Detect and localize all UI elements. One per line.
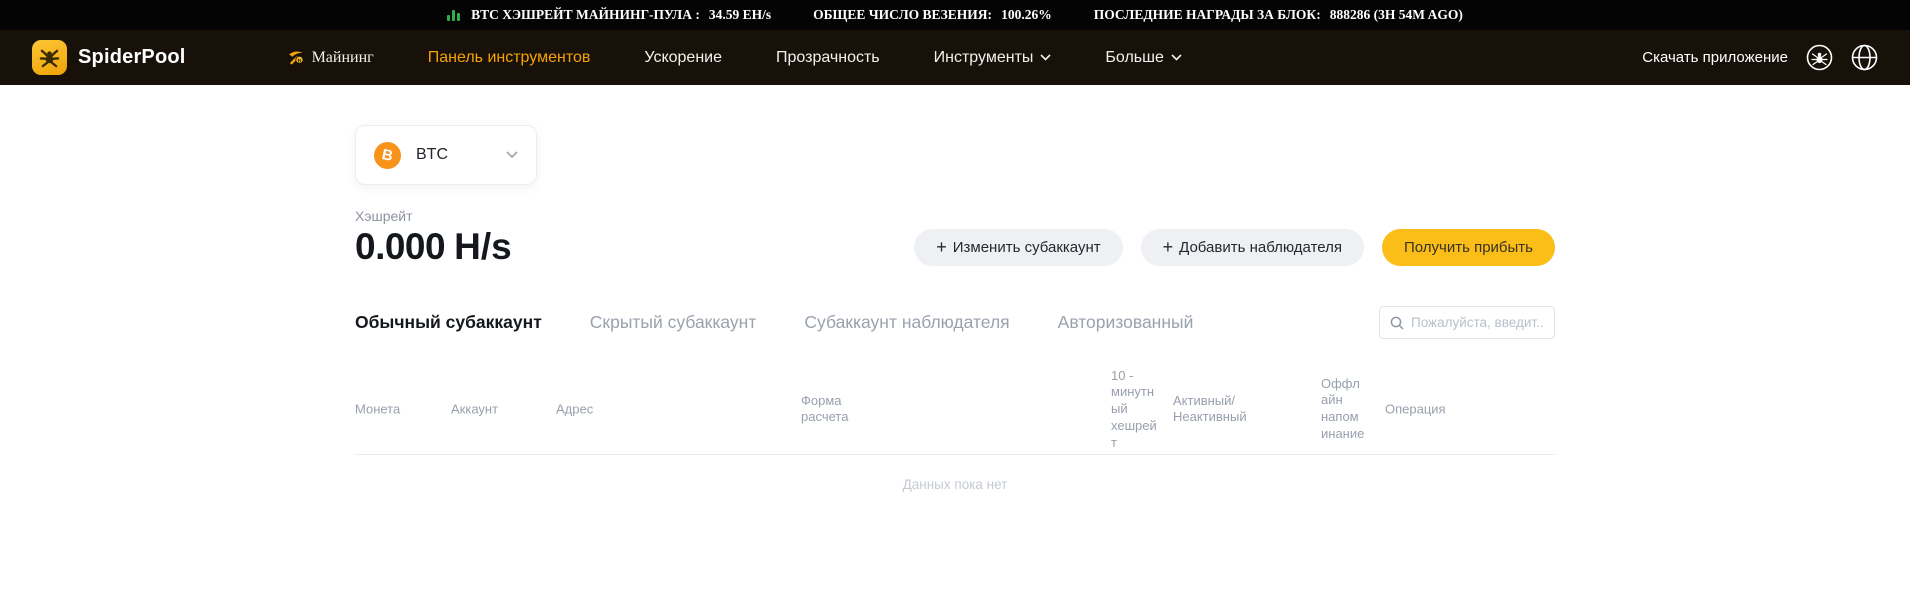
hashrate-unit: H/s [454,226,512,268]
tab-authorized[interactable]: Авторизованный [1058,312,1194,333]
pool-hashrate-stat: BTC ХЭШРЕЙТ МАЙНИНГ-ПУЛА : 34.59 EH/s [447,7,771,23]
luck-label: ОБЩЕЕ ЧИСЛО ВЕЗЕНИЯ: [813,7,992,23]
nav-item-label: Больше [1105,49,1163,67]
search-box[interactable] [1379,306,1555,339]
get-profit-label: Получить прибыть [1404,239,1533,256]
col-header-active-inactive: Активный/ Неактивный [1173,393,1283,427]
nav-item-more[interactable]: Больше [1105,49,1181,67]
tab-hidden-subaccount[interactable]: Скрытый субаккаунт [590,312,757,333]
pickaxe-icon: B [286,48,305,67]
plus-icon [936,238,947,257]
luck-value: 100.26% [1001,7,1052,23]
last-block-value: 888286 (3H 54M AGO) [1330,7,1463,23]
tab-watcher-subaccount[interactable]: Субаккаунт наблюдателя [804,312,1009,333]
coin-selected-label: BTC [416,146,448,164]
col-header-offline-reminder: Оффлайн напоминание [1321,376,1365,444]
search-input[interactable] [1411,315,1544,330]
chevron-down-icon [506,151,518,159]
globe-icon[interactable] [1851,44,1878,71]
col-header-address: Адрес [556,401,593,418]
empty-state-text: Данных пока нет [355,477,1555,492]
nav-item-boost[interactable]: Ускорение [644,49,722,67]
table-header-row: Монета Аккаунт Адрес Форма расчета 10 - … [355,365,1555,455]
coin-selector-dropdown[interactable]: B BTC [355,125,537,185]
chevron-down-icon [1040,54,1051,61]
chevron-down-icon [1171,54,1182,61]
brand-logo-link[interactable]: SpiderPool [32,40,186,75]
nav-item-label: Прозрачность [776,49,880,67]
nav-item-dashboard[interactable]: Панель инструментов [428,49,591,67]
hashrate-value: 0.000 [355,226,445,268]
add-watcher-label: Добавить наблюдателя [1179,239,1342,256]
download-app-link[interactable]: Скачать приложение [1642,49,1788,66]
search-icon [1390,316,1404,330]
stats-ticker-bar: BTC ХЭШРЕЙТ МАЙНИНГ-ПУЛА : 34.59 EH/s ОБ… [0,0,1910,30]
col-header-settlement-form: Форма расчета [801,393,881,427]
col-header-10min-hashrate: 10 - минутный хешрейт [1111,367,1157,451]
hashrate-label: Хэшрейт [355,208,1555,224]
nav-item-transparency[interactable]: Прозрачность [776,49,880,67]
edit-subaccount-button[interactable]: Изменить субаккаунт [914,229,1122,266]
bitcoin-icon: B [374,142,401,169]
subaccount-tabs: Обычный субаккаунт Скрытый субаккаунт Су… [355,306,1555,339]
nav-item-label: Майнинг [312,49,374,67]
tab-normal-subaccount[interactable]: Обычный субаккаунт [355,312,542,333]
nav-menu: B Майнинг Панель инструментов Ускорение … [286,48,1182,67]
action-buttons: Изменить субаккаунт Добавить наблюдателя… [914,229,1555,266]
nav-item-label: Инструменты [934,49,1034,67]
col-header-operation: Операция [1385,401,1446,418]
pool-hashrate-value: 34.59 EH/s [709,7,771,23]
spider-circle-icon[interactable] [1806,44,1833,71]
last-block-stat: ПОСЛЕДНИЕ НАГРАДЫ ЗА БЛОК: 888286 (3H 54… [1094,7,1463,23]
bar-chart-icon [447,9,460,21]
hashrate-row: 0.000 H/s Изменить субаккаунт Добавить н… [355,226,1555,268]
luck-stat: ОБЩЕЕ ЧИСЛО ВЕЗЕНИЯ: 100.26% [813,7,1052,23]
get-profit-button[interactable]: Получить прибыть [1382,229,1555,266]
edit-subaccount-label: Изменить субаккаунт [953,239,1101,256]
nav-right-actions: Скачать приложение [1642,44,1878,71]
pool-hashrate-label: BTC ХЭШРЕЙТ МАЙНИНГ-ПУЛА : [471,7,700,23]
main-navbar: SpiderPool B Майнинг Панель инструментов… [0,30,1910,85]
brand-name: SpiderPool [78,46,186,69]
spider-logo-icon [32,40,67,75]
nav-item-label: Ускорение [644,49,722,67]
svg-text:B: B [297,58,301,64]
plus-icon [1163,238,1174,257]
dashboard-main: B BTC Хэшрейт 0.000 H/s Изменить субакка… [355,85,1555,492]
nav-item-mining[interactable]: B Майнинг [286,48,374,67]
last-block-label: ПОСЛЕДНИЕ НАГРАДЫ ЗА БЛОК: [1094,7,1321,23]
col-header-account: Аккаунт [451,401,498,418]
col-header-coin: Монета [355,401,400,418]
nav-item-tools[interactable]: Инструменты [934,49,1052,67]
nav-item-label: Панель инструментов [428,49,591,67]
add-watcher-button[interactable]: Добавить наблюдателя [1141,229,1364,266]
